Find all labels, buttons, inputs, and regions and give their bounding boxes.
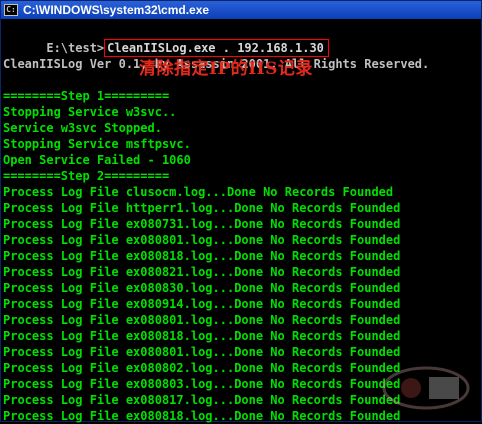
cmd-window: C: C:\WINDOWS\system32\cmd.exe E:\test> C… — [0, 0, 482, 423]
log-line: Process Log File ex080802.log...Done No … — [3, 361, 401, 375]
console-line: ========Step 2========= — [3, 169, 170, 183]
log-line: Process Log File ex080817.log...Done No … — [3, 393, 401, 407]
log-line: Process Log File ex080801.log...Done No … — [3, 313, 401, 327]
console-line: Service w3svc Stopped. — [3, 121, 162, 135]
log-line: Process Log File ex080801.log...Done No … — [3, 233, 401, 247]
annotation-label: 清除指定IP的IIS记录 — [139, 59, 313, 79]
log-line: Process Log File ex080818.log...Done No … — [3, 249, 401, 263]
watermark-logo-icon — [382, 366, 470, 410]
log-line: Process Log File httperr1.log...Done No … — [3, 201, 401, 215]
cmd-icon: C: — [4, 4, 18, 16]
log-line: Process Log File ex080731.log...Done No … — [3, 217, 401, 231]
console-line: Open Service Failed - 1060 — [3, 153, 191, 167]
log-line: Process Log File ex080803.log...Done No … — [3, 377, 401, 391]
prompt: E:\test> — [46, 41, 105, 55]
log-line: Process Log File ex080801.log...Done No … — [3, 345, 401, 359]
console-line: ========Step 1========= — [3, 89, 170, 103]
window-title: C:\WINDOWS\system32\cmd.exe — [23, 3, 210, 17]
command-line: E:\test> CleanIISLog.exe . 192.168.1.30 — [3, 24, 329, 57]
log-line: Process Log File ex080821.log...Done No … — [3, 265, 401, 279]
console-line: Stopping Service msftpsvc. — [3, 137, 191, 151]
log-line: Process Log File clusocm.log...Done No R… — [3, 185, 394, 199]
console-line: Stopping Service w3svc.. — [3, 105, 177, 119]
console-output[interactable]: E:\test> CleanIISLog.exe . 192.168.1.30 C… — [3, 24, 481, 423]
log-line: Process Log File ex080914.log...Done No … — [3, 297, 401, 311]
log-line: Process Log File ex080818.log...Done No … — [3, 329, 401, 343]
log-line: Process Log File ex080830.log...Done No … — [3, 281, 401, 295]
title-bar[interactable]: C: C:\WINDOWS\system32\cmd.exe — [1, 1, 481, 19]
